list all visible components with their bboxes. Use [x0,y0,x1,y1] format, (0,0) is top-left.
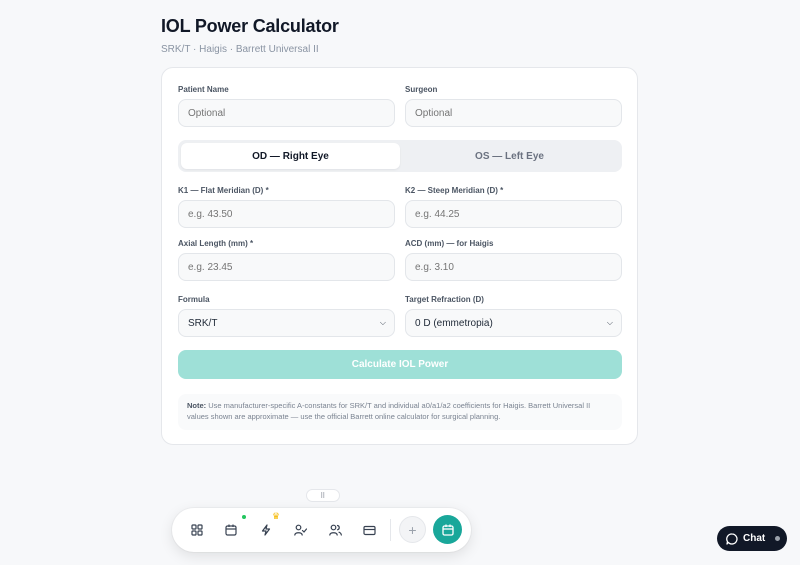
page-title: IOL Power Calculator [161,16,339,36]
note-box: Note: Use manufacturer-specific A-consta… [178,394,622,430]
formula-label: Formula [178,295,210,304]
target-refraction-value: 0 D (emmetropia) [415,317,493,329]
card-icon[interactable] [357,518,381,542]
axial-length-input[interactable] [178,253,395,281]
chevron-down-icon: ⌵ [379,318,386,327]
k1-label: K1 — Flat Meridian (D) * [178,186,269,195]
notification-dot [242,515,246,519]
formula-value: SRK/T [188,317,218,329]
chevron-down-icon: ⌵ [606,318,613,327]
patient-name-label: Patient Name [178,85,229,94]
eye-toggle: OD — Right Eye OS — Left Eye [178,140,622,172]
status-dot [775,536,781,541]
grid-icon[interactable] [185,518,209,542]
calculate-button[interactable]: Calculate IOL Power [178,350,622,379]
eye-option-od[interactable]: OD — Right Eye [181,143,400,169]
acd-input[interactable] [405,253,622,281]
patient-name-input[interactable] [178,99,395,127]
calendar-icon[interactable] [219,518,243,542]
page-subtitle: SRK/T · Haigis · Barrett Universal II [161,44,319,55]
acd-label: ACD (mm) — for Haigis [405,239,494,248]
dock-divider [390,519,391,541]
formula-select[interactable]: SRK/T ⌵ [178,309,395,337]
add-button[interactable]: + [399,516,426,543]
active-calendar-button[interactable] [433,515,462,544]
surgeon-input[interactable] [405,99,622,127]
k1-input[interactable] [178,200,395,228]
chat-button[interactable]: Chat [717,526,787,551]
axial-length-label: Axial Length (mm) * [178,239,254,248]
dock-drag-handle[interactable]: ⠿ [306,489,340,502]
chat-bubble-icon [726,532,738,545]
target-refraction-select[interactable]: 0 D (emmetropia) ⌵ [405,309,622,337]
calculator-card: Patient Name Surgeon OD — Right Eye OS —… [161,67,638,445]
k2-label: K2 — Steep Meridian (D) * [405,186,504,195]
user-check-icon[interactable] [288,518,312,542]
surgeon-label: Surgeon [405,85,438,94]
crown-icon: ♛ [272,511,281,521]
note-text: Use manufacturer-specific A-constants fo… [187,401,591,421]
calendar-icon [441,524,454,536]
k2-input[interactable] [405,200,622,228]
page-header: IOL Power Calculator SRK/T · Haigis · Ba… [161,16,339,55]
bottom-dock: ♛ + [172,508,471,552]
eye-option-os[interactable]: OS — Left Eye [400,143,619,169]
note-label: Note: [187,401,207,410]
chat-label: Chat [743,533,766,544]
users-icon[interactable] [323,518,347,542]
target-refraction-label: Target Refraction (D) [405,295,484,304]
